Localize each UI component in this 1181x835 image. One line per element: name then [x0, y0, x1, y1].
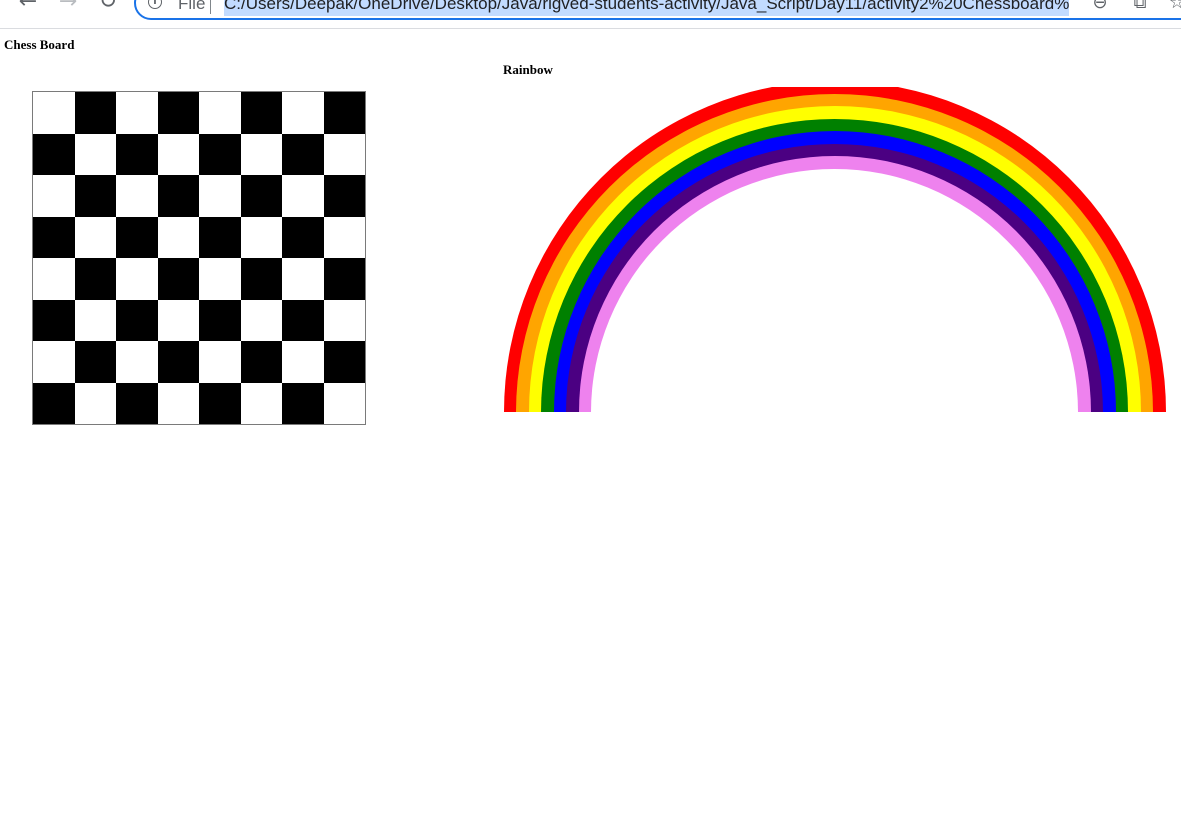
chess-square — [157, 216, 199, 258]
chess-square — [199, 133, 241, 175]
chess-square — [323, 133, 365, 175]
chess-square — [33, 216, 75, 258]
chess-square — [240, 258, 282, 300]
chess-square — [323, 258, 365, 300]
chess-board — [32, 91, 366, 425]
chess-square — [157, 258, 199, 300]
chess-square — [240, 175, 282, 217]
chess-square — [157, 382, 199, 424]
chess-square — [323, 92, 365, 134]
chess-square — [33, 92, 75, 134]
chess-square — [282, 92, 324, 134]
chess-square — [33, 258, 75, 300]
chess-square — [282, 175, 324, 217]
browser-toolbar: ← → ↻ i File C:/Users/Deepak/OneDrive/De… — [0, 0, 1181, 29]
share-icon[interactable]: ⧉ — [1129, 0, 1151, 14]
chess-square — [116, 341, 158, 383]
chess-square — [323, 382, 365, 424]
chess-square — [116, 258, 158, 300]
chess-square — [282, 382, 324, 424]
reload-icon[interactable]: ↻ — [96, 0, 120, 14]
chess-square — [282, 299, 324, 341]
scheme-divider — [210, 0, 211, 14]
chess-square — [157, 341, 199, 383]
chess-square — [199, 175, 241, 217]
chess-square — [240, 341, 282, 383]
chess-square — [74, 92, 116, 134]
chess-square — [282, 258, 324, 300]
rainbow-heading: Rainbow — [503, 62, 553, 77]
chess-square — [33, 133, 75, 175]
chess-square — [240, 92, 282, 134]
chess-square — [116, 175, 158, 217]
chess-square — [33, 175, 75, 217]
chess-square — [74, 341, 116, 383]
chess-square — [282, 133, 324, 175]
chess-square — [199, 382, 241, 424]
forward-arrow-icon[interactable]: → — [56, 0, 80, 14]
rainbow — [503, 87, 1166, 412]
chess-square — [157, 175, 199, 217]
chess-square — [199, 92, 241, 134]
chess-square — [74, 299, 116, 341]
chess-square — [282, 216, 324, 258]
chess-square — [240, 382, 282, 424]
file-scheme-label: File — [178, 0, 206, 13]
chess-square — [116, 216, 158, 258]
chess-square — [33, 299, 75, 341]
chess-square — [157, 92, 199, 134]
chess-square — [157, 299, 199, 341]
chess-square — [116, 133, 158, 175]
chess-square — [74, 133, 116, 175]
chess-square — [33, 341, 75, 383]
chess-square — [240, 133, 282, 175]
back-arrow-icon[interactable]: ← — [16, 0, 40, 14]
chess-square — [199, 341, 241, 383]
chess-square — [323, 216, 365, 258]
chess-square — [116, 299, 158, 341]
star-icon[interactable]: ☆ — [1166, 0, 1181, 14]
chess-board-heading: Chess Board — [4, 37, 75, 52]
chess-square — [74, 258, 116, 300]
chess-square — [323, 341, 365, 383]
url-text[interactable]: C:/Users/Deepak/OneDrive/Desktop/Java/ri… — [224, 0, 1070, 16]
chess-square — [74, 175, 116, 217]
chess-square — [240, 299, 282, 341]
chess-square — [74, 382, 116, 424]
chess-square — [282, 341, 324, 383]
chess-square — [116, 92, 158, 134]
chess-square — [323, 175, 365, 217]
chess-square — [199, 258, 241, 300]
chess-square — [240, 216, 282, 258]
chess-square — [323, 299, 365, 341]
chess-square — [116, 382, 158, 424]
chess-square — [199, 299, 241, 341]
zoom-out-icon[interactable]: ⊖ — [1089, 0, 1111, 14]
chess-square — [157, 133, 199, 175]
chess-square — [74, 216, 116, 258]
chess-square — [199, 216, 241, 258]
chess-square — [33, 382, 75, 424]
